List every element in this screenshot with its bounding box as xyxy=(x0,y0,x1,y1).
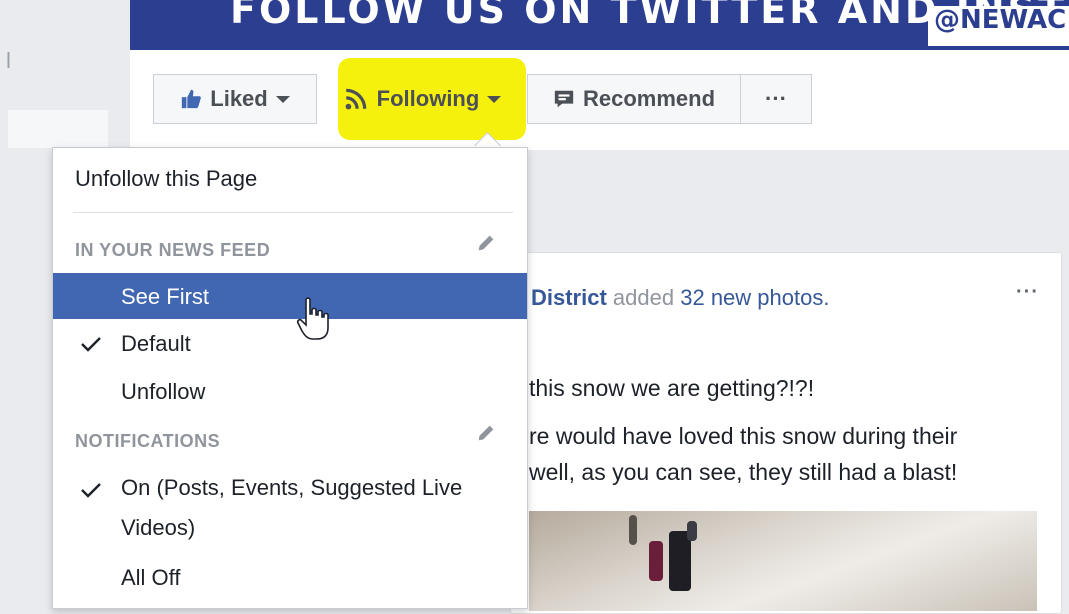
following-label: Following xyxy=(376,86,480,111)
left-column-card xyxy=(8,110,108,148)
chevron-down-icon xyxy=(487,95,502,103)
post-text-line-2: re would have loved this snow during the… xyxy=(529,423,958,449)
post-photos-link[interactable]: 32 new photos. xyxy=(680,285,829,310)
pencil-icon[interactable] xyxy=(475,422,497,444)
following-button[interactable]: Following xyxy=(316,74,528,124)
checkmark-icon xyxy=(81,483,101,498)
menu-divider xyxy=(73,212,513,213)
news-feed-default-item[interactable]: Default xyxy=(53,320,527,366)
left-column-fragment: l xyxy=(6,48,11,73)
post-action-text: added xyxy=(612,285,675,310)
speech-bubble-icon xyxy=(554,90,574,108)
news-feed-see-first-item[interactable]: See First xyxy=(53,273,527,319)
cover-banner: FOLLOW US ON TWITTER AND INSTAGRAM @NEWA… xyxy=(130,0,1069,50)
banner-handle: @NEWAC xyxy=(928,6,1069,46)
unfollow-label: Unfollow xyxy=(121,379,206,404)
unfollow-page-item[interactable]: Unfollow this Page xyxy=(75,166,257,192)
thumbs-up-icon xyxy=(182,89,202,109)
photo-figure xyxy=(649,541,663,581)
liked-label: Liked xyxy=(210,86,268,111)
see-first-label: See First xyxy=(121,284,210,309)
notifications-on-item[interactable]: On (Posts, Events, Suggested Live Videos… xyxy=(53,466,527,550)
photo-figure xyxy=(687,521,697,541)
rss-icon xyxy=(345,88,366,110)
all-off-label: All Off xyxy=(121,565,181,590)
post-photo[interactable] xyxy=(529,511,1037,611)
pencil-icon[interactable] xyxy=(475,232,497,254)
notifications-heading: NOTIFICATIONS xyxy=(75,431,221,451)
notifications-on-label-line-2: Videos) xyxy=(121,515,196,540)
checkmark-icon xyxy=(81,337,101,352)
recommend-label: Recommend xyxy=(582,86,716,111)
hand-cursor-icon xyxy=(296,297,329,340)
notifications-on-label-line-1: On (Posts, Events, Suggested Live xyxy=(121,475,463,500)
news-feed-heading: IN YOUR NEWS FEED xyxy=(75,240,271,260)
default-label: Default xyxy=(121,331,191,356)
chevron-down-icon xyxy=(275,95,290,103)
post-card: District added 32 new photos. ··· this s… xyxy=(510,252,1062,614)
more-options-button[interactable]: ··· xyxy=(740,74,812,124)
liked-button[interactable]: Liked xyxy=(153,74,317,124)
post-author-link[interactable]: District xyxy=(531,285,607,310)
page-action-buttons: Liked Following Recommend ··· xyxy=(153,74,812,124)
following-dropdown-menu: Unfollow this Page IN YOUR NEWS FEED See… xyxy=(52,147,528,609)
news-feed-unfollow-item[interactable]: Unfollow xyxy=(53,368,527,414)
post-more-options-icon[interactable]: ··· xyxy=(1016,281,1039,304)
recommend-button[interactable]: Recommend xyxy=(527,74,741,124)
more-options-icon: ··· xyxy=(765,86,787,111)
post-text-line-1: this snow we are getting?!?! xyxy=(529,375,815,401)
photo-figure xyxy=(629,515,637,545)
post-header: District added 32 new photos. xyxy=(531,285,829,311)
post-text-line-3: well, as you can see, they still had a b… xyxy=(529,459,958,485)
notifications-all-off-item[interactable]: All Off xyxy=(53,554,527,600)
